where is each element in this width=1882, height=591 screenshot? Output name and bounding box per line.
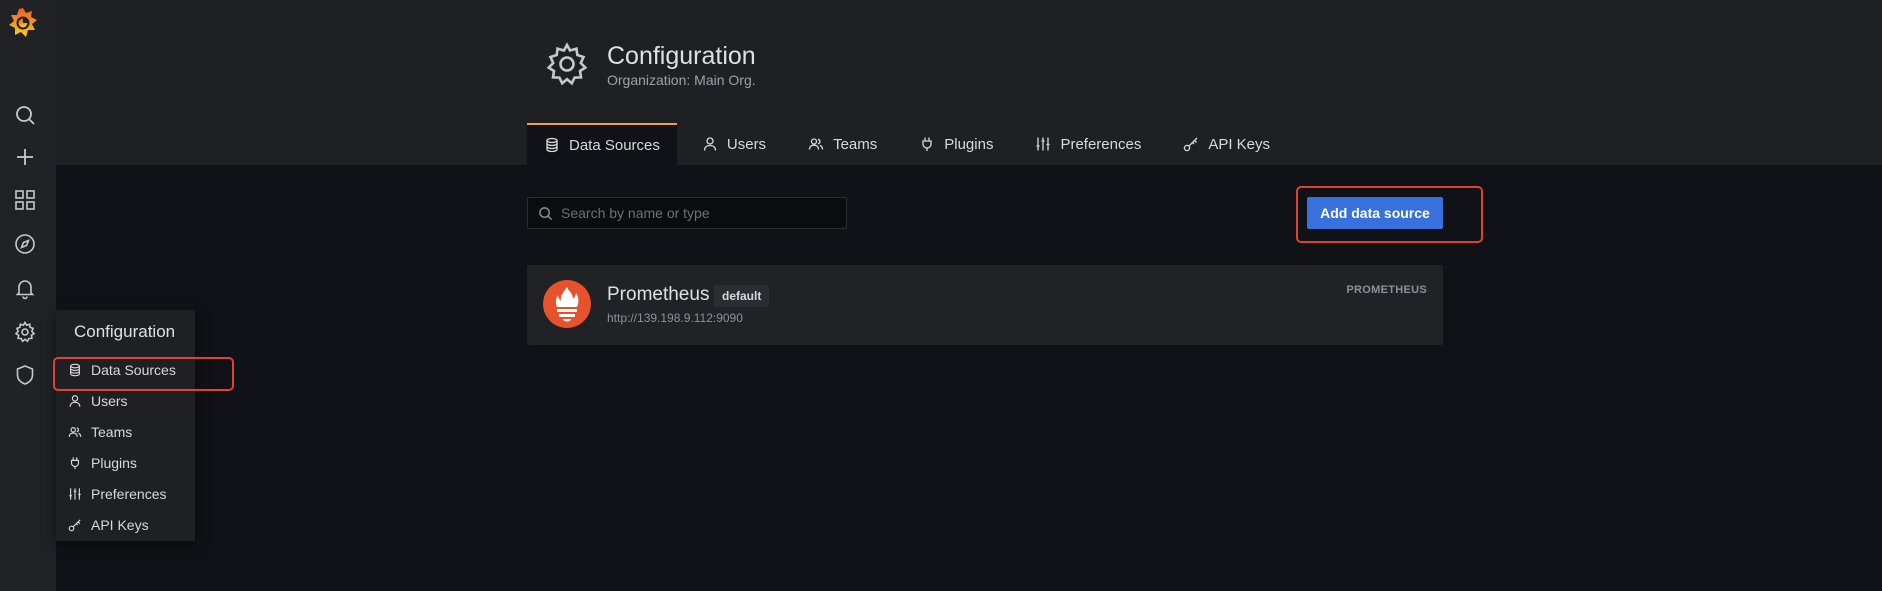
- plug-icon: [70, 457, 80, 470]
- gear-icon[interactable]: [12, 319, 38, 345]
- database-icon: [546, 137, 558, 153]
- search-input[interactable]: [561, 205, 846, 221]
- flyout-item-teams[interactable]: Teams: [56, 419, 195, 445]
- sidebar: [0, 0, 56, 591]
- tab-api-keys[interactable]: API Keys: [1166, 123, 1287, 165]
- flyout-item-users[interactable]: Users: [56, 388, 195, 414]
- tab-plugins[interactable]: Plugins: [902, 123, 1010, 165]
- shield-icon[interactable]: [12, 362, 38, 388]
- plug-icon: [922, 137, 932, 151]
- flyout-item-label: Teams: [91, 424, 133, 440]
- sliders-icon: [1036, 137, 1050, 151]
- key-icon: [68, 519, 81, 532]
- flyout-item-label: Users: [91, 393, 128, 409]
- search-icon: [539, 206, 553, 220]
- page-title: Configuration: [607, 42, 756, 70]
- flyout-item-label: API Keys: [91, 517, 149, 533]
- sliders-icon: [69, 488, 81, 500]
- tab-preferences[interactable]: Preferences: [1018, 123, 1158, 165]
- flyout-item-api-keys[interactable]: API Keys: [56, 512, 195, 538]
- tab-label: Teams: [833, 135, 878, 153]
- page-subtitle: Organization: Main Org.: [607, 72, 756, 88]
- dashboards-icon[interactable]: [12, 187, 38, 213]
- tab-teams[interactable]: Teams: [791, 123, 894, 165]
- key-icon: [1184, 137, 1198, 152]
- tab-data-sources[interactable]: Data Sources: [527, 123, 677, 165]
- tab-label: Plugins: [944, 135, 994, 153]
- tab-label: Preferences: [1060, 135, 1142, 153]
- plus-icon[interactable]: [12, 144, 38, 170]
- user-icon: [69, 395, 81, 407]
- gear-icon: [543, 40, 591, 88]
- default-badge: default: [714, 285, 770, 307]
- datasource-name: Prometheus: [607, 284, 710, 305]
- configuration-flyout-menu: Configuration Data Sources Users Teams P…: [56, 310, 195, 541]
- user-icon: [703, 137, 717, 151]
- flyout-title: Configuration: [74, 322, 176, 341]
- tab-label: Users: [726, 135, 767, 153]
- grafana-logo-icon[interactable]: [6, 4, 40, 42]
- tab-users[interactable]: Users: [685, 123, 783, 165]
- add-data-source-button[interactable]: Add data source: [1307, 197, 1443, 229]
- alert-bell-icon[interactable]: [12, 275, 38, 301]
- explore-icon[interactable]: [12, 231, 38, 257]
- flyout-item-label: Preferences: [91, 486, 167, 502]
- flyout-item-preferences[interactable]: Preferences: [56, 481, 195, 507]
- teams-icon: [68, 427, 82, 437]
- teams-icon: [808, 138, 824, 150]
- datasource-url: http://139.198.9.112:9090: [607, 311, 743, 325]
- datasource-type: PROMETHEUS: [1346, 284, 1427, 296]
- search-box: [527, 197, 847, 229]
- tab-label: API Keys: [1208, 135, 1271, 153]
- flyout-item-label: Data Sources: [91, 362, 176, 378]
- config-tabs: Data Sources Users Teams Plugins Prefere…: [527, 123, 1295, 165]
- flyout-item-label: Plugins: [91, 455, 137, 471]
- tab-label: Data Sources: [569, 136, 660, 154]
- database-icon: [70, 363, 80, 377]
- flyout-item-plugins[interactable]: Plugins: [56, 450, 195, 476]
- prometheus-logo-icon: [542, 279, 592, 329]
- flyout-item-data-sources[interactable]: Data Sources: [56, 357, 195, 383]
- search-icon[interactable]: [12, 102, 38, 128]
- datasource-card[interactable]: Prometheus default http://139.198.9.112:…: [527, 265, 1443, 345]
